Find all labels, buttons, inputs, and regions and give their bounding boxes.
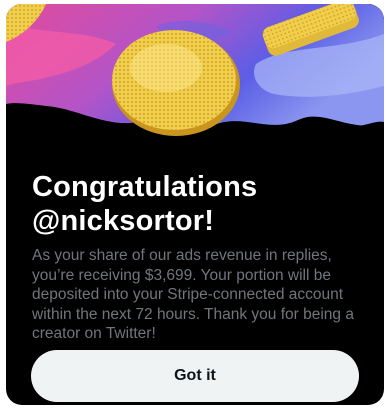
dialog-content: Congratulations @nicksortor! As your sha… bbox=[32, 170, 360, 344]
dialog-title-line-1: Congratulations bbox=[32, 171, 258, 203]
dialog-title-line-2: @nicksortor! bbox=[32, 205, 215, 237]
got-it-button[interactable]: Got it bbox=[31, 350, 359, 402]
dialog-title: Congratulations @nicksortor! bbox=[32, 170, 360, 238]
dialog-message: As your share of our ads revenue in repl… bbox=[32, 247, 354, 342]
revenue-share-dialog: Congratulations @nicksortor! As your sha… bbox=[6, 4, 384, 405]
